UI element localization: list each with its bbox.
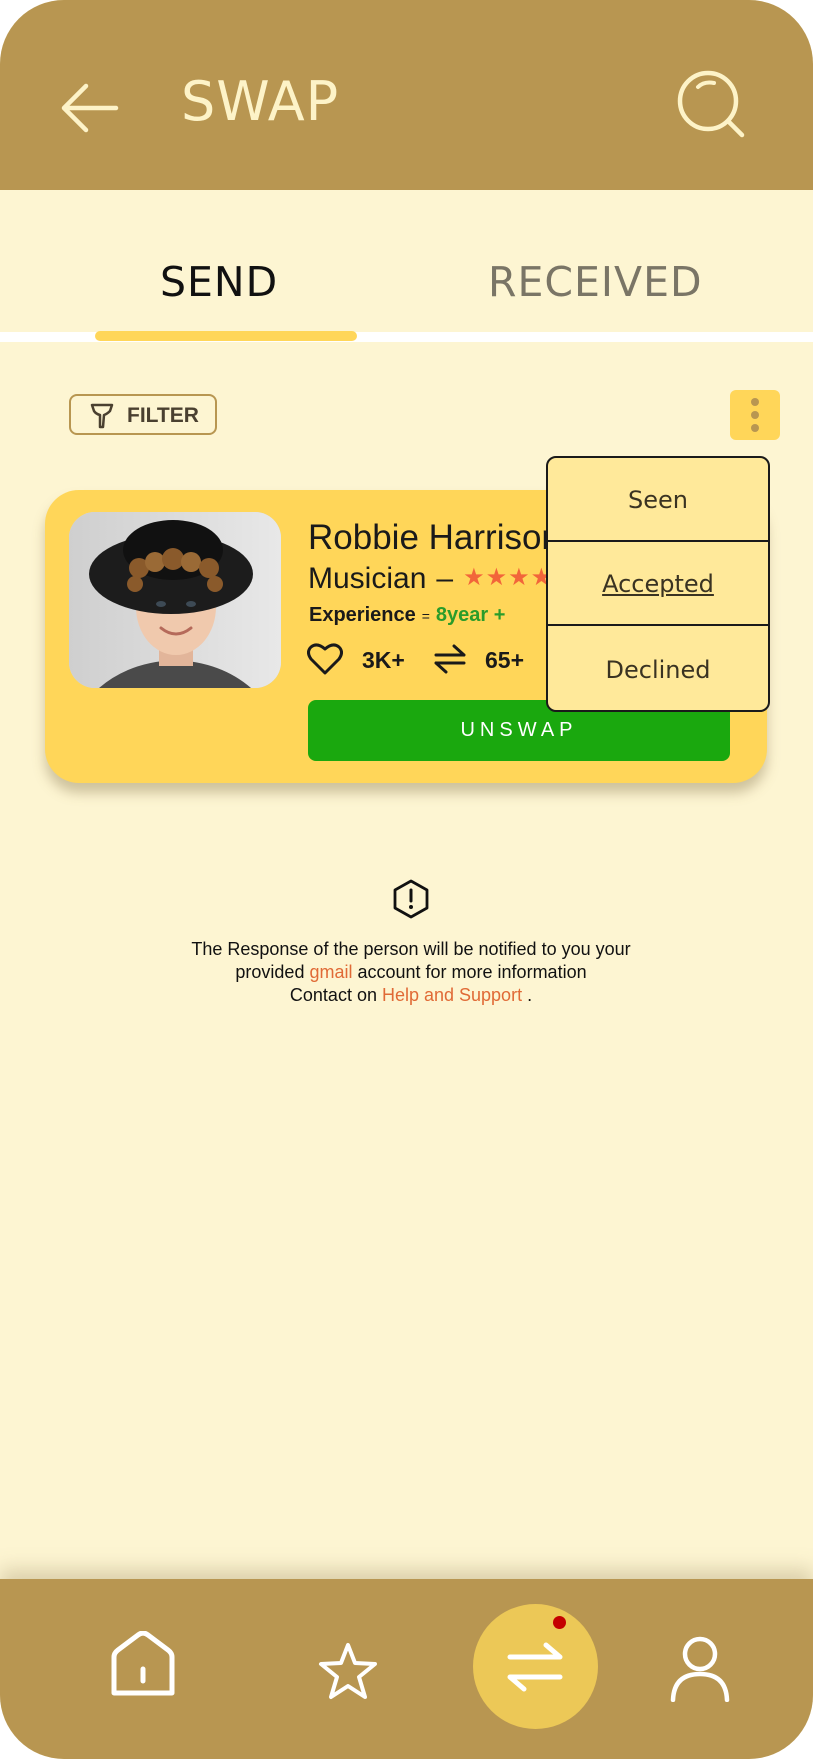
tab-bar: SEND RECEIVED [0,190,813,340]
profile-name: Robbie Harrison [308,518,561,557]
likes-count: 3K+ [362,647,405,673]
user-icon [670,1636,730,1703]
info-line-3-post: . [522,985,533,1005]
swaps-count: 65+ [485,647,525,673]
info-line-2-pre: provided [235,962,310,982]
alert-hexagon-icon [393,879,429,919]
menu-item-accepted-label: Accepted [602,570,714,598]
nav-swap[interactable] [473,1604,598,1729]
search-button[interactable] [676,70,746,140]
status-dropdown-menu: Seen Accepted Declined [546,456,770,712]
profile-photo [69,512,281,688]
info-line-2: provided gmail account for more informat… [100,961,722,984]
nav-home[interactable] [110,1630,176,1702]
experience-row: Experience = 8year + [309,604,505,627]
search-icon [677,70,745,138]
nav-profile[interactable] [670,1636,730,1707]
tab-received[interactable]: RECEIVED [488,258,703,306]
menu-item-seen[interactable]: Seen [548,458,768,542]
avatar [69,512,281,688]
nav-favorites[interactable] [318,1642,378,1705]
more-options-button[interactable] [730,390,780,440]
phone-frame: SWAP SEND RECEIVED FILTER Robbie Harriso… [0,0,813,1759]
info-message: The Response of the person will be notif… [100,938,722,1007]
menu-item-declined-label: Declined [605,656,711,684]
back-button[interactable] [58,80,120,136]
role-row: Musician – ★★★★ [308,562,553,596]
star-icon [319,1643,377,1699]
arrow-left-icon [61,83,119,133]
filter-label: FILTER [127,404,199,427]
filter-button[interactable]: FILTER [69,394,217,435]
experience-label: Experience [309,604,416,626]
app-header: SWAP [0,0,813,190]
experience-value: 8year + [435,604,506,626]
home-icon [111,1630,175,1696]
menu-item-declined[interactable]: Declined [548,628,768,710]
filter-icon [90,403,114,429]
info-line-1: The Response of the person will be notif… [191,939,631,959]
bottom-navigation [0,1579,813,1759]
swap-arrows-icon [507,1642,563,1692]
tab-send[interactable]: SEND [160,258,278,306]
help-support-link[interactable]: Help and Support [382,985,522,1005]
info-line-3: Contact on Help and Support . [100,984,722,1007]
gmail-link[interactable]: gmail [309,962,352,982]
heart-icon[interactable] [307,642,343,676]
role-dash: – [436,562,454,595]
experience-separator: = [421,608,430,624]
menu-item-seen-label: Seen [628,486,688,514]
info-line-3-pre: Contact on [289,985,382,1005]
active-tab-indicator [95,331,357,341]
rating-stars: ★★★★ [463,564,554,591]
page-title: SWAP [181,70,340,133]
info-line-2-post: account for more information [352,962,587,982]
profile-role: Musician [308,562,427,595]
menu-item-accepted[interactable]: Accepted [548,542,768,626]
swap-arrows-icon [434,644,466,674]
notification-dot [553,1616,566,1629]
